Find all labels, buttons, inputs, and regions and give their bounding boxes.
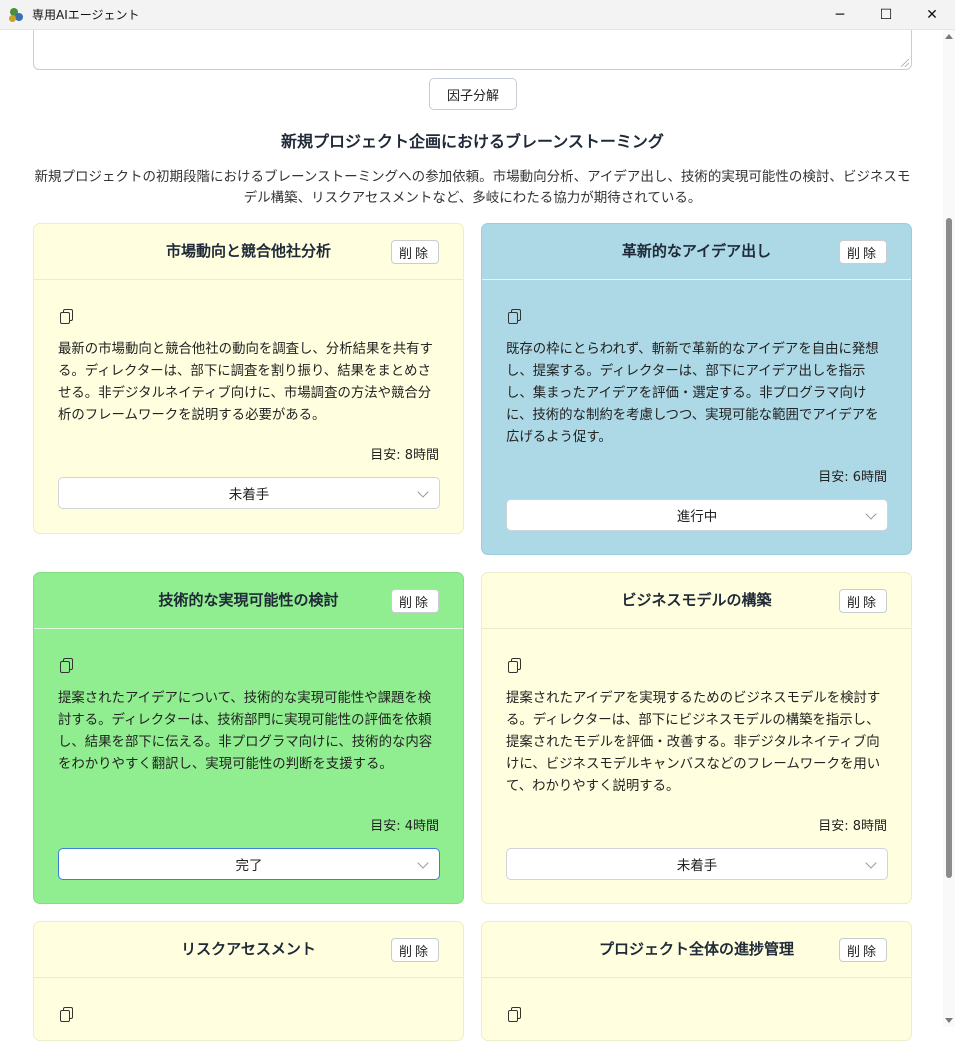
resize-grip-icon[interactable] <box>901 59 909 67</box>
copy-icon[interactable] <box>60 309 73 324</box>
chevron-down-icon <box>417 857 429 869</box>
page-title: 新規プロジェクト企画におけるブレーンストーミング <box>281 132 664 151</box>
status-select-value: 進行中 <box>676 509 718 525</box>
copy-icon[interactable] <box>508 658 521 673</box>
app-icon <box>8 7 24 23</box>
card-description: 既存の枠にとらわれず、斬新で革新的なアイデアを自由に発想し、提案する。ディレクタ… <box>506 342 879 445</box>
task-card-business-model: ビジネスモデルの構築 削除 提案されたアイデアを実現するためのビジネスモデルを検… <box>481 572 912 904</box>
delete-button[interactable]: 削除 <box>391 589 439 613</box>
scroll-thumb[interactable] <box>946 218 952 878</box>
maximize-button[interactable]: ☐ <box>863 0 909 30</box>
card-description: 提案されたアイデアを実現するためのビジネスモデルを検討する。ディレクターは、部下… <box>506 691 881 794</box>
task-card-risk-assessment: リスクアセスメント 削除 <box>33 921 464 1041</box>
task-card-idea-generation: 革新的なアイデア出し 削除 既存の枠にとらわれず、斬新で革新的なアイデアを自由に… <box>481 223 912 555</box>
factorize-button[interactable]: 因子分解 <box>429 78 517 110</box>
task-card-market-analysis: 市場動向と競合他社分析 削除 最新の市場動向と競合他社の動向を調査し、分析結果を… <box>33 223 464 534</box>
chevron-down-icon <box>417 486 429 498</box>
status-select[interactable]: 進行中 <box>506 499 888 531</box>
card-description: 提案されたアイデアについて、技術的な実現可能性や課題を検討する。ディレクターは、… <box>58 691 433 772</box>
card-estimate: 目安: 4時間 <box>370 819 439 834</box>
status-select[interactable]: 完了 <box>58 848 440 880</box>
status-select-value: 未着手 <box>228 487 270 503</box>
close-button[interactable]: ✕ <box>909 0 955 30</box>
chevron-down-icon <box>865 508 877 520</box>
status-select-value: 完了 <box>235 858 263 874</box>
card-estimate: 目安: 6時間 <box>818 470 887 485</box>
task-card-progress-management: プロジェクト全体の進捗管理 削除 <box>481 921 912 1041</box>
vertical-scrollbar[interactable] <box>943 30 955 1027</box>
scroll-up-arrow-icon[interactable] <box>945 34 953 39</box>
title-bar: 専用AIエージェント ─ ☐ ✕ <box>0 0 955 30</box>
status-select[interactable]: 未着手 <box>58 477 440 509</box>
delete-button[interactable]: 削除 <box>839 589 887 613</box>
card-description: 最新の市場動向と競合他社の動向を調査し、分析結果を共有する。ディレクターは、部下… <box>58 342 433 423</box>
delete-button[interactable]: 削除 <box>391 938 439 962</box>
card-estimate: 目安: 8時間 <box>370 448 439 463</box>
task-card-technical-feasibility: 技術的な実現可能性の検討 削除 提案されたアイデアについて、技術的な実現可能性や… <box>33 572 464 904</box>
chevron-down-icon <box>865 857 877 869</box>
minimize-button[interactable]: ─ <box>817 0 863 30</box>
status-select-value: 未着手 <box>676 858 718 874</box>
scroll-down-arrow-icon[interactable] <box>945 1018 953 1023</box>
copy-icon[interactable] <box>508 1007 521 1022</box>
copy-icon[interactable] <box>508 309 521 324</box>
delete-button[interactable]: 削除 <box>839 240 887 264</box>
task-input-textarea[interactable] <box>33 30 912 70</box>
delete-button[interactable]: 削除 <box>391 240 439 264</box>
card-estimate: 目安: 8時間 <box>818 819 887 834</box>
delete-button[interactable]: 削除 <box>839 938 887 962</box>
copy-icon[interactable] <box>60 658 73 673</box>
copy-icon[interactable] <box>60 1007 73 1022</box>
window-title: 専用AIエージェント <box>32 8 140 22</box>
status-select[interactable]: 未着手 <box>506 848 888 880</box>
page-description: 新規プロジェクトの初期段階におけるブレーンストーミングへの参加依頼。市場動向分析… <box>34 169 911 206</box>
